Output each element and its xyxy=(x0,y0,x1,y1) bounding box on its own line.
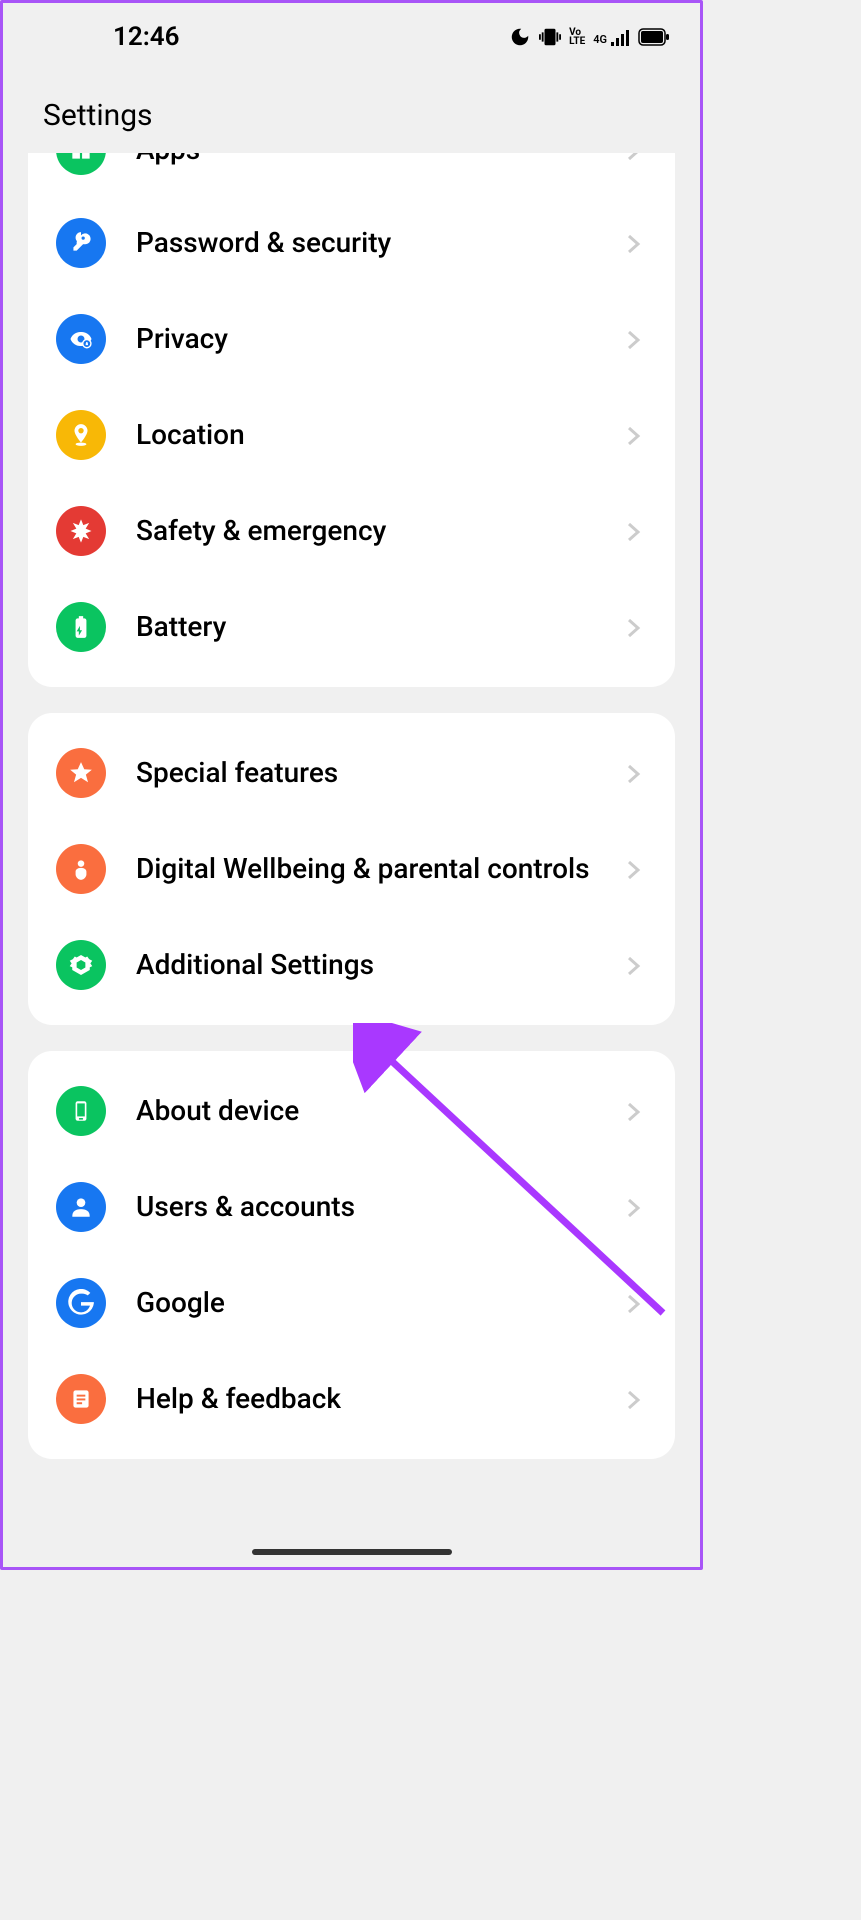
phone-icon xyxy=(56,1086,106,1136)
navigation-bar[interactable] xyxy=(252,1549,452,1555)
settings-item-battery[interactable]: Battery xyxy=(28,579,675,675)
settings-item-digital-wellbeing[interactable]: Digital Wellbeing & parental controls xyxy=(28,821,675,917)
item-label: Users & accounts xyxy=(136,1187,627,1226)
battery-status-icon xyxy=(638,28,670,46)
settings-item-apps[interactable]: Apps xyxy=(28,153,675,195)
chevron-right-icon xyxy=(627,153,647,160)
page-title: Settings xyxy=(43,98,660,133)
volte-icon: VoLTE xyxy=(569,28,585,46)
item-label: Location xyxy=(136,415,627,454)
item-label: Digital Wellbeing & parental controls xyxy=(136,849,627,888)
settings-item-location[interactable]: Location xyxy=(28,387,675,483)
settings-section-3: About device Users & accounts Google xyxy=(28,1051,675,1459)
settings-section-1: Apps Password & security Privacy xyxy=(28,153,675,687)
item-label: Battery xyxy=(136,607,627,646)
wellbeing-icon xyxy=(56,844,106,894)
emergency-icon xyxy=(56,506,106,556)
key-icon xyxy=(56,218,106,268)
chevron-right-icon xyxy=(627,521,647,541)
moon-icon xyxy=(509,26,531,48)
chevron-right-icon xyxy=(627,859,647,879)
item-label: Apps xyxy=(136,153,627,170)
chevron-right-icon xyxy=(627,1389,647,1409)
settings-item-privacy[interactable]: Privacy xyxy=(28,291,675,387)
settings-item-special-features[interactable]: Special features xyxy=(28,725,675,821)
chevron-right-icon xyxy=(627,617,647,637)
status-bar: 12:46 VoLTE 4G xyxy=(3,3,700,63)
battery-icon xyxy=(56,602,106,652)
item-label: Password & security xyxy=(136,223,627,262)
settings-item-additional-settings[interactable]: Additional Settings xyxy=(28,917,675,1013)
vibrate-icon xyxy=(539,26,561,48)
help-icon xyxy=(56,1374,106,1424)
item-label: Special features xyxy=(136,753,627,792)
chevron-right-icon xyxy=(627,233,647,253)
chevron-right-icon xyxy=(627,1293,647,1313)
location-icon xyxy=(56,410,106,460)
chevron-right-icon xyxy=(627,1101,647,1121)
settings-item-about-device[interactable]: About device xyxy=(28,1063,675,1159)
item-label: Additional Settings xyxy=(136,945,627,984)
gear-icon xyxy=(56,940,106,990)
google-icon xyxy=(56,1278,106,1328)
settings-item-help-feedback[interactable]: Help & feedback xyxy=(28,1351,675,1447)
apps-icon xyxy=(56,153,106,175)
chevron-right-icon xyxy=(627,1197,647,1217)
status-icons: VoLTE 4G xyxy=(509,26,670,48)
settings-item-password-security[interactable]: Password & security xyxy=(28,195,675,291)
chevron-right-icon xyxy=(627,425,647,445)
chevron-right-icon xyxy=(627,955,647,975)
item-label: Google xyxy=(136,1283,627,1322)
star-icon xyxy=(56,748,106,798)
settings-section-2: Special features Digital Wellbeing & par… xyxy=(28,713,675,1025)
privacy-icon xyxy=(56,314,106,364)
chevron-right-icon xyxy=(627,329,647,349)
page-header: Settings xyxy=(3,63,700,163)
status-time: 12:46 xyxy=(113,22,180,52)
settings-content: Apps Password & security Privacy xyxy=(3,153,700,1459)
network-icon: 4G xyxy=(593,28,630,46)
chevron-right-icon xyxy=(627,763,647,783)
user-icon xyxy=(56,1182,106,1232)
settings-item-safety-emergency[interactable]: Safety & emergency xyxy=(28,483,675,579)
item-label: About device xyxy=(136,1091,627,1130)
settings-item-google[interactable]: Google xyxy=(28,1255,675,1351)
item-label: Privacy xyxy=(136,319,627,358)
item-label: Help & feedback xyxy=(136,1379,627,1418)
settings-item-users-accounts[interactable]: Users & accounts xyxy=(28,1159,675,1255)
item-label: Safety & emergency xyxy=(136,511,627,550)
